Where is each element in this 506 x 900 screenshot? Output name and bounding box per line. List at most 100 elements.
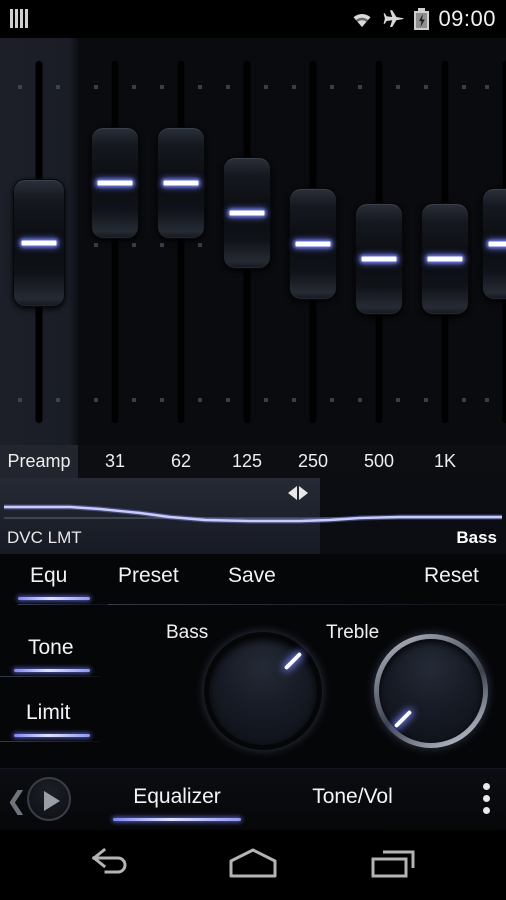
slider-tick bbox=[396, 398, 400, 402]
battery-charging-icon bbox=[414, 8, 430, 30]
slider-tick bbox=[424, 85, 428, 89]
slider-handle[interactable] bbox=[91, 127, 139, 239]
eq-slider-1K[interactable] bbox=[412, 38, 478, 445]
slider-tick bbox=[160, 243, 164, 247]
airplane-mode-icon bbox=[383, 9, 405, 29]
side-nav-underline bbox=[14, 734, 90, 737]
side-nav-item-limit[interactable]: Limit bbox=[26, 701, 70, 725]
slider-track[interactable] bbox=[177, 61, 185, 423]
eq-slider-Preamp[interactable] bbox=[6, 38, 72, 445]
slider-tick bbox=[264, 85, 268, 89]
slider-tick bbox=[292, 398, 296, 402]
eq-slider-62[interactable] bbox=[148, 38, 214, 445]
play-icon[interactable] bbox=[27, 777, 71, 821]
slider-tick bbox=[56, 85, 60, 89]
eq-curve-panel[interactable]: DVC LMT Bass bbox=[0, 478, 506, 554]
eq-slider-250[interactable] bbox=[280, 38, 346, 445]
slider-handle[interactable] bbox=[289, 188, 337, 300]
menu-item-save[interactable]: Save bbox=[228, 564, 276, 588]
knob-treble[interactable] bbox=[374, 634, 488, 748]
equalizer-menu-row: Equ Preset Save Reset bbox=[0, 554, 506, 606]
slider-handle[interactable] bbox=[157, 127, 205, 239]
knob-label-bass: Bass bbox=[166, 622, 209, 643]
menu-item-preset[interactable]: Preset bbox=[118, 564, 179, 588]
bottom-tab-bar: ❮ Equalizer Tone/Vol bbox=[0, 768, 506, 830]
eq-slider-31[interactable] bbox=[82, 38, 148, 445]
slider-handle-indicator bbox=[97, 180, 133, 186]
slider-tick bbox=[358, 398, 362, 402]
slider-tick bbox=[424, 398, 428, 402]
menu-divider bbox=[18, 604, 114, 605]
home-icon[interactable] bbox=[223, 846, 283, 884]
slider-tick bbox=[132, 243, 136, 247]
slider-tick bbox=[18, 85, 22, 89]
slider-tick bbox=[226, 85, 230, 89]
slider-tick bbox=[485, 85, 489, 89]
side-nav-underline bbox=[14, 669, 90, 672]
slider-tick bbox=[18, 398, 22, 402]
eq-slider-125[interactable] bbox=[214, 38, 280, 445]
tab-tone-vol[interactable]: Tone/Vol bbox=[290, 785, 415, 809]
slider-tick bbox=[94, 398, 98, 402]
knob-bass[interactable] bbox=[204, 632, 322, 750]
eq-slider-band-7[interactable] bbox=[473, 38, 506, 445]
slider-handle-indicator bbox=[427, 256, 463, 262]
knob-label-treble: Treble bbox=[326, 622, 380, 643]
slider-tick bbox=[94, 243, 98, 247]
side-nav-item-tone[interactable]: Tone bbox=[28, 636, 74, 660]
chevron-left-icon[interactable]: ❮ bbox=[6, 789, 27, 814]
overflow-menu-icon[interactable] bbox=[483, 783, 490, 814]
slider-tick bbox=[264, 398, 268, 402]
equalizer-band-columns bbox=[0, 38, 506, 445]
slider-tick bbox=[358, 85, 362, 89]
slider-handle-indicator bbox=[21, 240, 57, 246]
menu-item-reset[interactable]: Reset bbox=[424, 564, 479, 588]
slider-tick bbox=[330, 398, 334, 402]
slider-tick bbox=[198, 85, 202, 89]
tab-equalizer[interactable]: Equalizer bbox=[112, 785, 242, 809]
side-nav-divider bbox=[0, 741, 100, 742]
slider-tick bbox=[198, 398, 202, 402]
side-nav-divider bbox=[0, 676, 100, 677]
status-bar-right: 09:00 bbox=[350, 0, 496, 38]
slider-handle-indicator bbox=[361, 256, 397, 262]
slider-tick bbox=[160, 398, 164, 402]
slider-handle[interactable] bbox=[223, 157, 271, 269]
recent-apps-icon[interactable] bbox=[365, 846, 425, 884]
slider-handle[interactable] bbox=[355, 203, 403, 315]
slider-tick bbox=[160, 85, 164, 89]
tab-active-underline bbox=[113, 818, 241, 821]
side-nav: Tone Limit bbox=[0, 606, 104, 768]
arrow-right-icon[interactable] bbox=[299, 486, 308, 500]
eq-slider-500[interactable] bbox=[346, 38, 412, 445]
slider-tick bbox=[226, 398, 230, 402]
menu-item-equ[interactable]: Equ bbox=[30, 564, 67, 588]
app-root: 09:00 Preamp 31 62 125 250 500 1K DVC LMT Bass… bbox=[0, 0, 506, 900]
slider-track[interactable] bbox=[111, 61, 119, 423]
slider-tick bbox=[198, 243, 202, 247]
frequency-label-row: Preamp 31 62 125 250 500 1K bbox=[0, 445, 506, 478]
knob-face bbox=[379, 639, 483, 743]
wifi-icon bbox=[350, 10, 374, 28]
back-arrow-icon[interactable] bbox=[82, 846, 142, 884]
curve-scroll-arrows[interactable] bbox=[288, 486, 308, 500]
menu-divider-right bbox=[108, 604, 506, 605]
dvc-lmt-label: DVC LMT bbox=[7, 528, 82, 547]
slider-tick bbox=[94, 85, 98, 89]
status-bar-clock: 09:00 bbox=[438, 6, 496, 31]
slider-handle[interactable] bbox=[421, 203, 469, 315]
slider-tick bbox=[330, 85, 334, 89]
slider-handle[interactable] bbox=[13, 179, 65, 307]
slider-handle-indicator bbox=[488, 241, 506, 247]
slider-tick bbox=[132, 85, 136, 89]
slider-handle-indicator bbox=[163, 180, 199, 186]
slider-tick bbox=[292, 85, 296, 89]
slider-tick bbox=[462, 398, 466, 402]
equalizer-sliders-panel bbox=[0, 38, 506, 445]
slider-tick bbox=[485, 398, 489, 402]
slider-handle[interactable] bbox=[482, 188, 506, 300]
slider-handle-indicator bbox=[229, 210, 265, 216]
bass-label: Bass bbox=[456, 528, 497, 547]
arrow-left-icon[interactable] bbox=[288, 486, 297, 500]
android-nav-bar bbox=[0, 830, 506, 900]
